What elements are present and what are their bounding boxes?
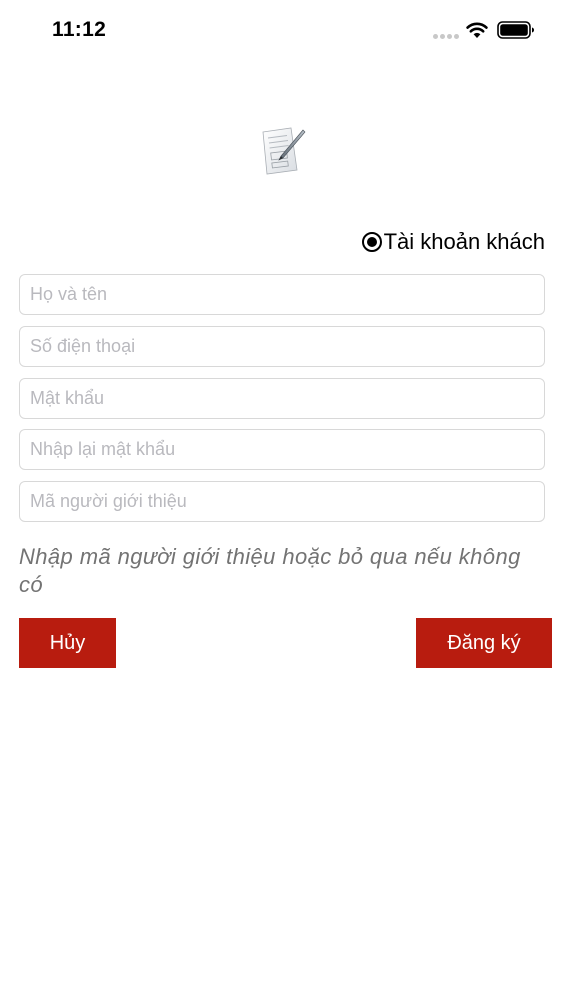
guest-account-label: Tài khoản khách: [383, 229, 545, 254]
status-time: 11:12: [52, 18, 107, 41]
status-bar: 11:12: [0, 0, 563, 62]
form-pen-icon: [262, 127, 306, 175]
guest-account-radio[interactable]: Tài khoản khách: [361, 228, 545, 256]
referral-hint: Nhập mã người giới thiệu hoặc bỏ qua nếu…: [19, 544, 521, 597]
full-name-input[interactable]: [19, 274, 545, 315]
cellular-signal-icon: [433, 34, 461, 40]
register-button[interactable]: Đăng ký: [416, 618, 552, 668]
wifi-icon: [466, 22, 488, 38]
confirm-password-input[interactable]: [19, 429, 545, 470]
phone-number-input[interactable]: [19, 326, 545, 367]
password-input[interactable]: [19, 378, 545, 419]
cancel-button[interactable]: Hủy: [19, 618, 116, 668]
battery-icon: [497, 21, 534, 39]
referral-code-input[interactable]: [19, 481, 545, 522]
radio-selected-icon: [361, 232, 382, 252]
